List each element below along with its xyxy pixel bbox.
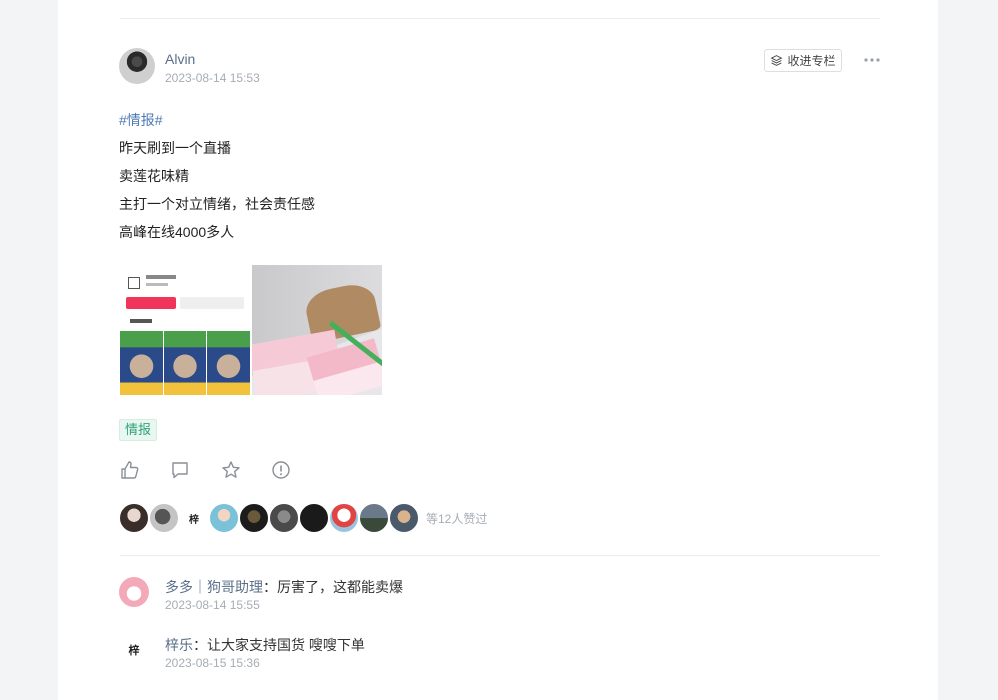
post-line: 主打一个对立情绪，社会责任感 — [119, 196, 315, 212]
post-line: 高峰在线4000多人 — [119, 224, 235, 240]
top-divider — [120, 18, 880, 19]
comment-time: 2023-08-14 15:55 — [165, 598, 260, 612]
likers-count[interactable]: 等12人赞过 — [426, 510, 487, 527]
comment-body: ：厉害了，这都能卖爆 — [263, 579, 403, 595]
layers-icon — [771, 55, 783, 66]
liker-avatar[interactable] — [209, 503, 239, 533]
collect-button-label: 收进专栏 — [787, 54, 836, 68]
liker-avatar[interactable] — [149, 503, 179, 533]
post-image-live-stream[interactable] — [120, 265, 250, 395]
post-images — [120, 265, 382, 395]
comment-avatar[interactable] — [119, 577, 149, 607]
comment-time: 2023-08-15 15:36 — [165, 656, 260, 670]
collect-to-column-button[interactable]: 收进专栏 — [764, 49, 842, 72]
topic-link[interactable]: #情报# — [119, 108, 315, 132]
comment-avatar[interactable]: 梓 — [119, 635, 149, 665]
author-name[interactable]: Alvin — [165, 51, 195, 67]
liker-avatar[interactable] — [239, 503, 269, 533]
liker-avatar[interactable] — [359, 503, 389, 533]
liker-avatar[interactable] — [329, 503, 359, 533]
post-line: 昨天刷到一个直播 — [119, 140, 231, 156]
comment-body: ：让大家支持国货 嗖嗖下单 — [193, 637, 365, 653]
liker-avatar[interactable] — [119, 503, 149, 533]
comment-button[interactable] — [170, 460, 190, 480]
liker-avatar[interactable]: 梓 — [179, 503, 209, 533]
liker-avatar[interactable] — [269, 503, 299, 533]
comment-text: 梓乐：让大家支持国货 嗖嗖下单 — [165, 635, 365, 655]
star-icon — [222, 461, 240, 478]
likers-row: 梓 等12人赞过 — [119, 503, 487, 533]
liker-avatar[interactable] — [299, 503, 329, 533]
post-line: 卖莲花味精 — [119, 168, 189, 184]
post-body: #情报# 昨天刷到一个直播 卖莲花味精 主打一个对立情绪，社会责任感 高峰在线4… — [119, 108, 315, 248]
more-dots-icon[interactable] — [862, 52, 882, 66]
author-avatar[interactable] — [119, 48, 155, 84]
like-button[interactable] — [120, 460, 140, 480]
liker-avatar[interactable] — [389, 503, 419, 533]
post-time: 2023-08-14 15:53 — [165, 71, 260, 85]
alert-icon — [272, 461, 290, 479]
comments-divider — [120, 555, 880, 556]
comment-author[interactable]: 梓乐 — [165, 637, 193, 653]
thumb-up-icon — [121, 461, 139, 479]
post-card: Alvin 2023-08-14 15:53 收进专栏 #情报# 昨天刷到一个直… — [58, 0, 938, 700]
comment-text: 多多｜狗哥助理：厉害了，这都能卖爆 — [165, 577, 403, 597]
favorite-button[interactable] — [221, 460, 241, 480]
post-tag[interactable]: 情报 — [119, 419, 158, 441]
report-button[interactable] — [271, 460, 291, 480]
post-image-product[interactable] — [252, 265, 382, 395]
comment-icon — [172, 462, 188, 479]
comment-author[interactable]: 多多｜狗哥助理 — [165, 579, 263, 595]
